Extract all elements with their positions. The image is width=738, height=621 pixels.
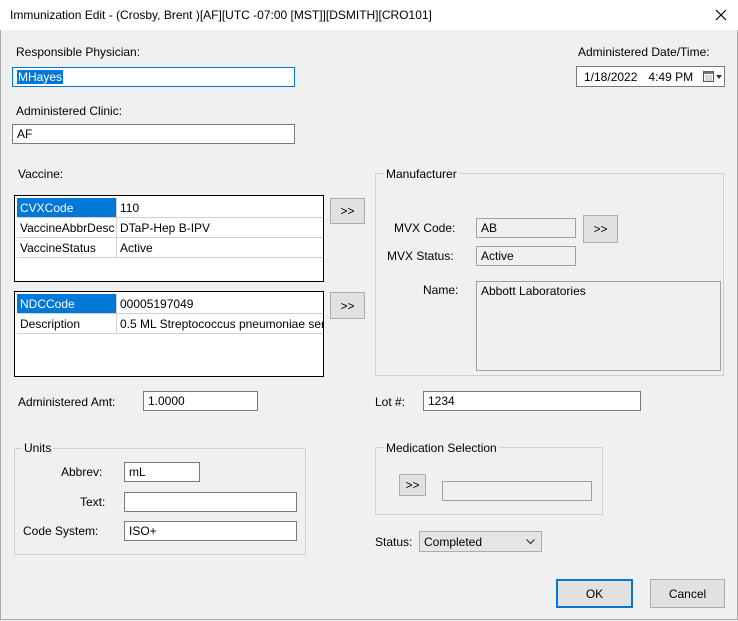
vaccine-row-value: Active [117, 238, 323, 258]
ndc-row-code[interactable]: NDCCode 00005197049 [17, 294, 323, 314]
manufacturer-name-field: Abbott Laboratories [476, 281, 721, 371]
units-text-label: Text: [80, 495, 106, 509]
vaccine-row-abbrdesc[interactable]: VaccineAbbrDesc DTaP-Hep B-IPV [17, 218, 323, 238]
ok-button[interactable]: OK [556, 579, 633, 608]
amount-label: Administered Amt: [18, 395, 116, 409]
units-code-system-field[interactable]: ISO+ [124, 521, 297, 541]
calendar-icon[interactable] [703, 70, 723, 83]
vaccine-row-key: VaccineStatus [17, 238, 117, 258]
vaccine-row-status[interactable]: VaccineStatus Active [17, 238, 323, 258]
status-label: Status: [375, 535, 413, 549]
vaccine-row-key: VaccineAbbrDesc [17, 218, 117, 238]
physician-label: Responsible Physician: [16, 45, 141, 59]
admin-datetime-label: Administered Date/Time: [578, 45, 710, 59]
chevron-down-icon [526, 538, 535, 545]
vaccine-row-value: 110 [117, 198, 323, 218]
mvx-status-label: MVX Status: [387, 249, 454, 263]
vaccine-label: Vaccine: [18, 167, 64, 181]
ndc-row-description[interactable]: Description 0.5 ML Streptococcus pneumon… [17, 314, 323, 334]
clinic-label: Administered Clinic: [16, 104, 123, 118]
clinic-field[interactable]: AF [12, 124, 295, 144]
lot-field[interactable]: 1234 [423, 391, 641, 411]
ndc-row-key: Description [17, 314, 117, 334]
ndc-row-key: NDCCode [17, 294, 117, 314]
close-button[interactable] [704, 2, 738, 28]
vaccine-row-value: DTaP-Hep B-IPV [117, 218, 323, 238]
physician-field[interactable]: MHayes [12, 67, 295, 87]
medication-field [442, 481, 592, 501]
ndc-row-value: 0.5 ML Streptococcus pneumoniae sero... [117, 314, 323, 334]
vaccine-grid[interactable]: CVXCode 110 VaccineAbbrDesc DTaP-Hep B-I… [14, 195, 324, 282]
vaccine-row-cvxcode[interactable]: CVXCode 110 [17, 198, 323, 218]
units-text-field[interactable] [124, 492, 297, 512]
ndc-grid[interactable]: NDCCode 00005197049 Description 0.5 ML S… [14, 291, 324, 377]
status-dropdown[interactable]: Completed [419, 531, 542, 552]
vaccine-select-button[interactable]: >> [330, 198, 365, 224]
mvx-code-label: MVX Code: [394, 221, 456, 235]
window-title: Immunization Edit - (Crosby, Brent )[AF]… [10, 8, 432, 22]
medication-select-button[interactable]: >> [399, 474, 426, 496]
ndc-select-button[interactable]: >> [330, 292, 365, 319]
units-legend: Units [22, 441, 54, 455]
cancel-button[interactable]: Cancel [650, 579, 725, 608]
admin-datetime-picker[interactable]: 1/18/2022 4:49 PM [576, 66, 725, 87]
manufacturer-name-label: Name: [423, 283, 459, 297]
medication-legend: Medication Selection [384, 441, 499, 455]
admin-date-value: 1/18/2022 [584, 69, 638, 84]
vaccine-row-key: CVXCode [17, 198, 117, 218]
units-code-system-label: Code System: [23, 524, 99, 538]
mvx-status-field: Active [476, 246, 576, 266]
ndc-row-value: 00005197049 [117, 294, 323, 314]
lot-label: Lot #: [375, 395, 406, 409]
manufacturer-select-button[interactable]: >> [583, 215, 618, 243]
admin-time-value: 4:49 PM [648, 69, 694, 84]
units-abbrev-field[interactable]: mL [124, 462, 200, 482]
units-abbrev-label: Abbrev: [61, 465, 103, 479]
physician-value: MHayes [17, 70, 64, 84]
amount-field[interactable]: 1.0000 [143, 391, 258, 411]
close-icon [715, 9, 727, 21]
mvx-code-field: AB [476, 218, 576, 238]
title-bar: Immunization Edit - (Crosby, Brent )[AF]… [0, 0, 738, 30]
status-value: Completed [424, 534, 483, 549]
manufacturer-legend: Manufacturer [384, 167, 459, 181]
